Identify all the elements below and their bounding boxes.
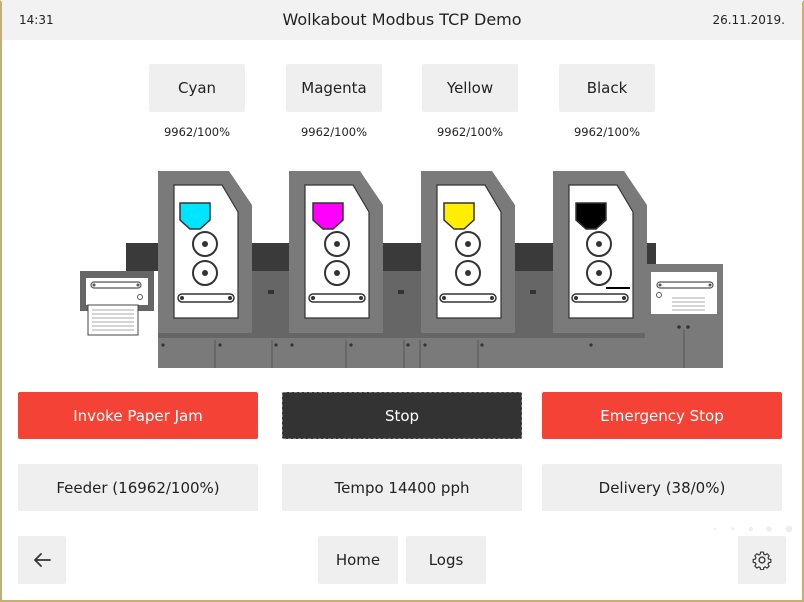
emergency-stop-button[interactable]: Emergency Stop [542, 392, 782, 439]
ink-button-yellow[interactable]: Yellow [422, 64, 518, 112]
logs-button[interactable]: Logs [406, 536, 486, 584]
invoke-paper-jam-button[interactable]: Invoke Paper Jam [18, 392, 258, 439]
current-date: 26.11.2019. [712, 13, 785, 27]
ink-button-magenta[interactable]: Magenta [286, 64, 382, 112]
ink-button-black[interactable]: Black [559, 64, 655, 112]
print-unit-black [553, 171, 647, 333]
top-bar: 14:31 Wolkabout Modbus TCP Demo 26.11.20… [2, 0, 802, 40]
print-unit-yellow [421, 171, 515, 333]
app-title: Wolkabout Modbus TCP Demo [282, 10, 522, 29]
page-indicator-dots [713, 525, 793, 533]
back-button[interactable] [18, 536, 66, 584]
ink-button-cyan[interactable]: Cyan [149, 64, 245, 112]
ink-level-black: 9962/100% [573, 125, 641, 139]
stop-button[interactable]: Stop [282, 392, 522, 439]
print-unit-cyan [158, 171, 252, 333]
ink-level-magenta: 9962/100% [300, 125, 368, 139]
ink-level-yellow: 9962/100% [436, 125, 504, 139]
home-button[interactable]: Home [318, 536, 398, 584]
tempo-status-button[interactable]: Tempo 14400 pph [282, 464, 522, 511]
settings-button[interactable] [738, 536, 786, 584]
feeder-status-button[interactable]: Feeder (16962/100%) [18, 464, 258, 511]
arrow-left-icon [34, 553, 51, 567]
ink-level-cyan: 9962/100% [163, 125, 231, 139]
print-unit-magenta [289, 171, 383, 333]
gear-icon [752, 551, 772, 570]
printing-press-illustration [80, 171, 723, 368]
delivery-status-button[interactable]: Delivery (38/0%) [542, 464, 782, 511]
